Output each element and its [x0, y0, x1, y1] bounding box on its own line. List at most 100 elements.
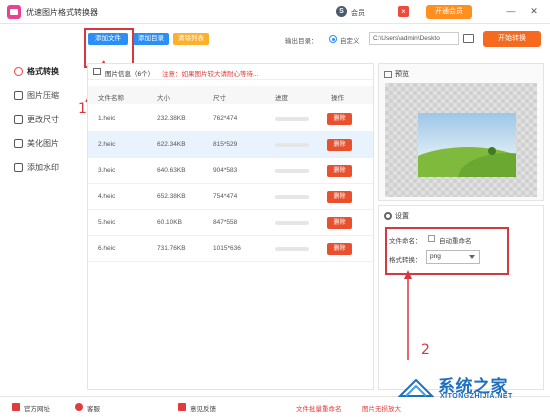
sidebar-item-label: 图片压缩 — [27, 90, 59, 100]
preview-canvas — [385, 83, 537, 197]
preview-panel: 预览 — [378, 63, 544, 201]
sidebar-item-watermark[interactable]: 添加水印 — [14, 160, 78, 174]
sidebar: 格式转换 图片压缩 更改尺寸 美化图片 添加水印 — [0, 24, 78, 394]
compress-icon — [14, 90, 23, 100]
output-path-input[interactable]: C:\Users\admin\Deskto — [369, 32, 459, 45]
lossless-enlarge-link[interactable]: 图片无损放大 — [362, 403, 401, 413]
auto-rename-checkbox[interactable] — [428, 235, 435, 242]
vip-icon[interactable]: S — [336, 6, 347, 17]
format-select-value: png — [430, 253, 441, 260]
output-dir-label: 输出目录： — [285, 38, 318, 45]
watermark-logo-icon — [397, 378, 435, 397]
delete-button[interactable]: 删除 — [327, 139, 352, 151]
format-convert-icon — [14, 66, 23, 76]
preview-icon — [384, 70, 392, 78]
annotation-number-2: 2 — [421, 342, 430, 358]
column-header-progress: 进度 — [275, 95, 288, 102]
add-directory-button[interactable]: 添加目录 — [133, 33, 169, 45]
start-convert-button[interactable]: 开始转换 — [483, 31, 541, 47]
file-info-bar: 图片信息（6个） 注意：如果图片较大请耐心等待... — [88, 64, 373, 80]
file-naming-label: 文件命名： — [389, 238, 422, 245]
website-icon — [12, 403, 20, 411]
file-dims-cell: 847*558 — [213, 219, 238, 226]
custom-dir-radio[interactable] — [329, 35, 337, 43]
table-row[interactable]: 1.heic 232.38KB 762*474 删除 — [88, 106, 373, 132]
feedback-link[interactable]: 意见反馈 — [190, 403, 216, 413]
notification-icon[interactable]: × — [398, 6, 409, 17]
file-name-cell: 6.heic — [98, 245, 116, 252]
image-info-icon — [93, 68, 101, 75]
feedback-icon — [178, 403, 186, 411]
wechat-icon — [75, 403, 83, 411]
batch-rename-link[interactable]: 文件批量重命名 — [296, 403, 342, 413]
file-name-cell: 4.heic — [98, 193, 116, 200]
delete-button[interactable]: 删除 — [327, 243, 352, 255]
delete-button[interactable]: 删除 — [327, 165, 352, 177]
settings-header: 设置 — [384, 211, 409, 221]
delete-button[interactable]: 删除 — [327, 113, 352, 125]
progress-bar — [275, 221, 309, 225]
file-dims-cell: 762*474 — [213, 115, 238, 122]
customer-service-link[interactable]: 客服 — [87, 403, 100, 413]
table-row[interactable]: 3.heic 640.63KB 904*583 删除 — [88, 158, 373, 184]
file-size-cell: 60.10KB — [157, 219, 182, 226]
open-vip-button[interactable]: 开通会员 — [426, 5, 472, 19]
app-logo-icon — [7, 5, 21, 19]
progress-bar — [275, 169, 309, 173]
table-row[interactable]: 5.heic 60.10KB 847*558 删除 — [88, 210, 373, 236]
title-bar: 优速图片格式转换器 S 会员 × 开通会员 — ✕ — [0, 0, 550, 24]
column-header-name: 文件名称 — [98, 95, 124, 102]
settings-panel: 设置 文件命名： 自动重命名 格式转换： png 2 — [378, 205, 544, 390]
file-size-cell: 640.63KB — [157, 167, 186, 174]
sidebar-item-label: 格式转换 — [27, 66, 59, 76]
table-header: 文件名称 大小 尺寸 进度 操作 — [88, 86, 373, 104]
file-count-text: 图片信息（6个） — [105, 71, 155, 78]
vip-label[interactable]: 会员 — [351, 8, 365, 18]
minimize-button[interactable]: — — [505, 4, 517, 18]
file-dims-cell: 1015*636 — [213, 245, 241, 252]
sidebar-item-format-convert[interactable]: 格式转换 — [14, 64, 78, 78]
column-header-size: 大小 — [157, 95, 170, 102]
file-list-panel: 图片信息（6个） 注意：如果图片较大请耐心等待... 文件名称 大小 尺寸 进度… — [87, 63, 374, 390]
format-select[interactable]: png — [426, 250, 480, 264]
delete-button[interactable]: 删除 — [327, 217, 352, 229]
table-row[interactable]: 6.heic 731.76KB 1015*636 删除 — [88, 236, 373, 262]
delete-button[interactable]: 删除 — [327, 191, 352, 203]
settings-title: 设置 — [395, 213, 409, 220]
file-dims-cell: 754*474 — [213, 193, 238, 200]
folder-icon[interactable] — [463, 34, 474, 43]
annotation-arrow-2 — [404, 270, 412, 360]
file-name-cell: 5.heic — [98, 219, 116, 226]
chevron-down-icon — [469, 255, 475, 259]
close-button[interactable]: ✕ — [528, 4, 540, 18]
column-header-dims: 尺寸 — [213, 95, 226, 102]
format-convert-label: 格式转换： — [389, 257, 422, 264]
progress-bar — [275, 117, 309, 121]
app-title: 优速图片格式转换器 — [26, 8, 98, 17]
clear-list-button[interactable]: 清除列表 — [173, 33, 209, 45]
table-row[interactable]: 2.heic 622.34KB 815*529 删除 — [88, 132, 373, 158]
app-window: 优速图片格式转换器 S 会员 × 开通会员 — ✕ 格式转换 图片压缩 更改尺寸… — [0, 0, 550, 417]
warning-text: 注意：如果图片较大请耐心等待... — [162, 71, 259, 78]
file-size-cell: 622.34KB — [157, 141, 186, 148]
sidebar-item-label: 添加水印 — [27, 162, 59, 172]
file-dims-cell: 904*583 — [213, 167, 238, 174]
file-name-cell: 2.heic — [98, 141, 116, 148]
sidebar-item-compress[interactable]: 图片压缩 — [14, 88, 78, 102]
sidebar-item-beautify[interactable]: 美化图片 — [14, 136, 78, 150]
auto-rename-label[interactable]: 自动重命名 — [439, 235, 472, 245]
progress-bar — [275, 143, 309, 147]
progress-bar — [275, 247, 309, 251]
file-dims-cell: 815*529 — [213, 141, 238, 148]
file-name-cell: 1.heic — [98, 115, 116, 122]
sidebar-item-resize[interactable]: 更改尺寸 — [14, 112, 78, 126]
file-size-cell: 731.76KB — [157, 245, 186, 252]
custom-dir-radio-label[interactable]: 自定义 — [340, 35, 360, 45]
website-link[interactable]: 官方网址 — [24, 403, 50, 413]
gear-icon — [384, 212, 392, 220]
table-row[interactable]: 4.heic 652.38KB 754*474 删除 — [88, 184, 373, 210]
toolbar: 添加文件 添加目录 清除列表 输出目录： 自定义 C:\Users\admin\… — [78, 24, 550, 56]
progress-bar — [275, 195, 309, 199]
sidebar-item-label: 更改尺寸 — [27, 114, 59, 124]
column-header-action: 操作 — [331, 95, 344, 102]
